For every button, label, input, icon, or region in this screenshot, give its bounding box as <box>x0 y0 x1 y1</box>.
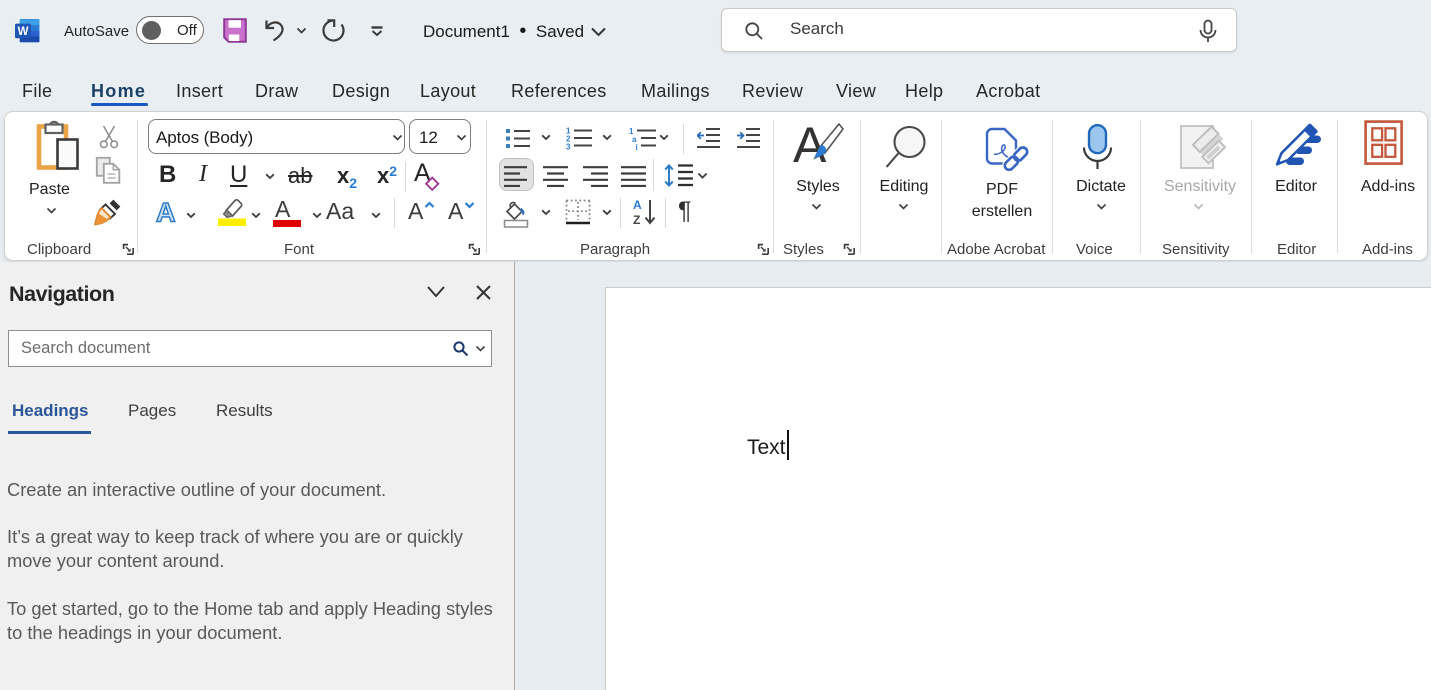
svg-text:3: 3 <box>566 143 571 152</box>
svg-text:i: i <box>636 143 638 151</box>
svg-text:W: W <box>18 26 29 38</box>
svg-text:A: A <box>633 198 642 212</box>
svg-text:Z: Z <box>633 213 640 226</box>
svg-text:A: A <box>156 198 176 228</box>
